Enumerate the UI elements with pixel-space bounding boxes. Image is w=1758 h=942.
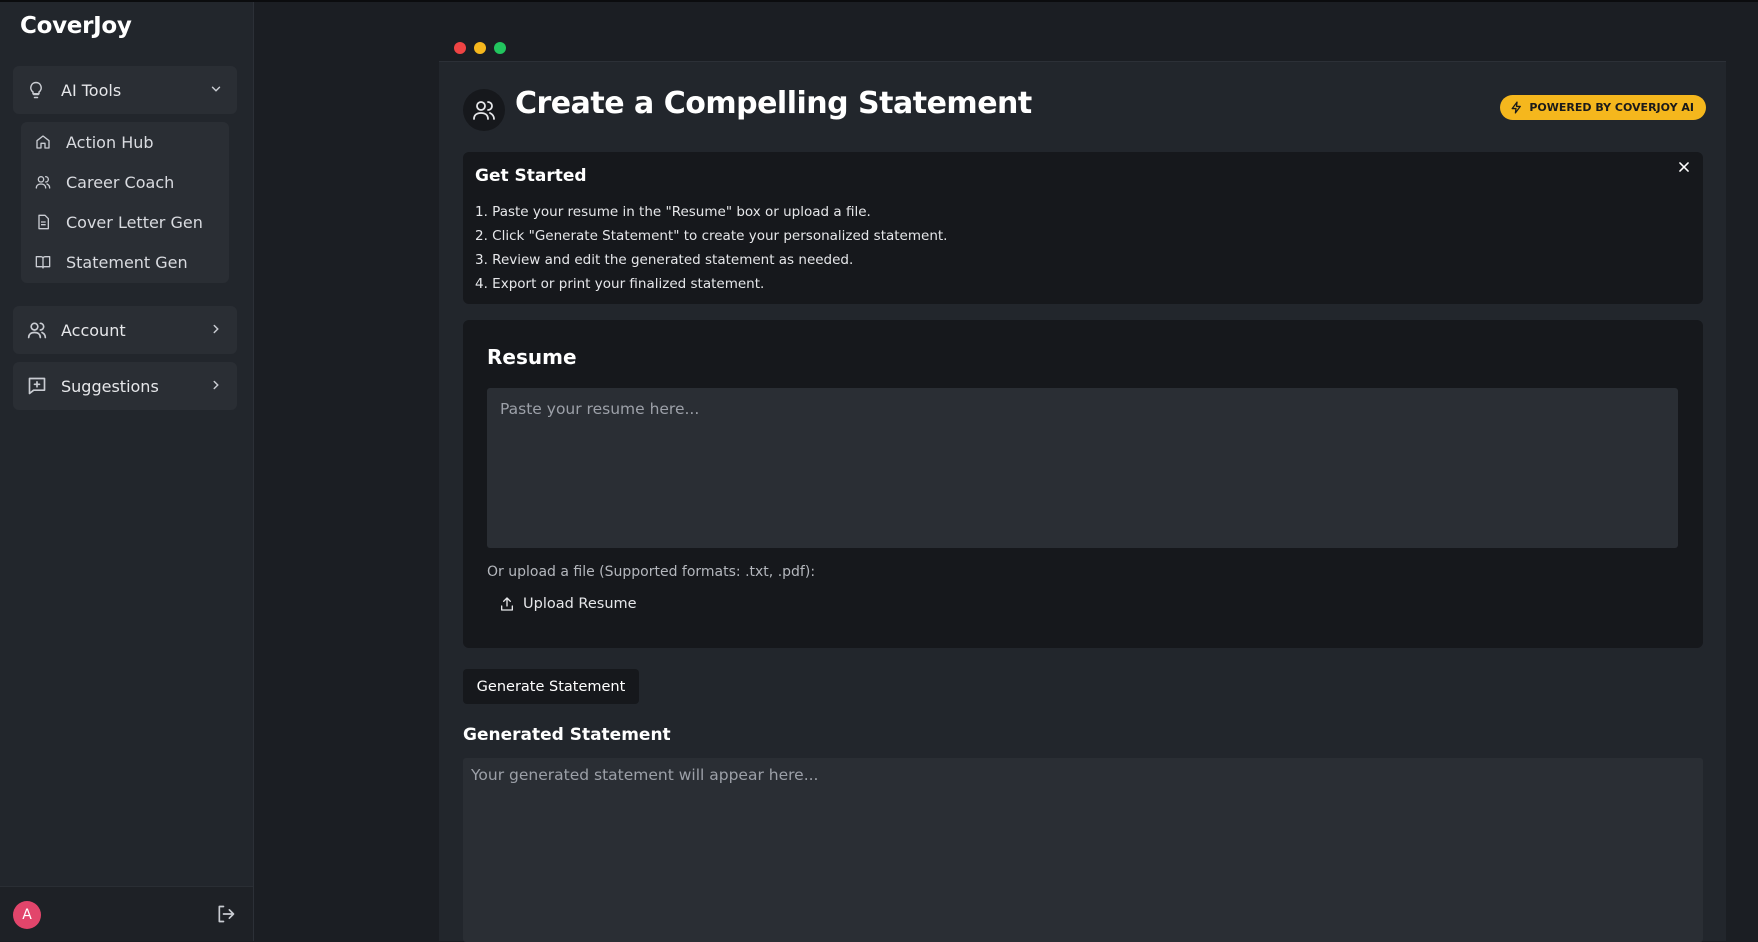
window-maximize-dot[interactable] (494, 42, 506, 54)
resume-title: Resume (487, 345, 577, 369)
generated-statement-title: Generated Statement (463, 725, 671, 745)
sidebar-item-label: Action Hub (66, 132, 154, 152)
sidebar-item-cover-letter-gen[interactable]: Cover Letter Gen (35, 210, 203, 234)
window-controls (454, 42, 506, 54)
window-close-dot[interactable] (454, 42, 466, 54)
home-icon (35, 133, 53, 151)
users-icon (35, 173, 53, 191)
window-minimize-dot[interactable] (474, 42, 486, 54)
get-started-title: Get Started (475, 166, 587, 186)
sidebar-group-label: Account (61, 320, 126, 340)
sidebar-item-label: Statement Gen (66, 252, 188, 272)
chevron-down-icon (209, 82, 223, 96)
generated-statement-output[interactable] (463, 758, 1703, 942)
sidebar-item-action-hub[interactable]: Action Hub (35, 130, 154, 154)
upload-resume-button[interactable]: Upload Resume (499, 591, 637, 617)
step-item: 4. Export or print your finalized statem… (475, 276, 765, 292)
powered-badge-label: POWERED BY COVERJOY AI (1529, 101, 1694, 114)
powered-badge: POWERED BY COVERJOY AI (1500, 95, 1706, 120)
document-icon (35, 213, 53, 231)
avatar[interactable]: A (13, 901, 41, 929)
get-started-panel: Get Started 1. Paste your resume in the … (463, 152, 1703, 304)
message-plus-icon (27, 376, 47, 396)
generate-statement-button[interactable]: Generate Statement (463, 669, 639, 704)
logout-icon[interactable] (216, 904, 238, 926)
upload-label: Upload Resume (523, 596, 637, 612)
sidebar: CoverJoy AI Tools Action Hub Career Coac… (0, 2, 254, 941)
step-item: 1. Paste your resume in the "Resume" box… (475, 204, 871, 220)
get-started-steps: 1. Paste your resume in the "Resume" box… (475, 200, 947, 296)
sidebar-item-career-coach[interactable]: Career Coach (35, 170, 174, 194)
app-logo: CoverJoy (20, 13, 132, 39)
ai-tools-submenu: Action Hub Career Coach Cover Letter Gen… (21, 122, 229, 283)
main-window: Create a Compelling Statement POWERED BY… (439, 61, 1726, 942)
sidebar-group-suggestions[interactable]: Suggestions (13, 362, 237, 410)
sidebar-item-label: Cover Letter Gen (66, 212, 203, 232)
step-item: 3. Review and edit the generated stateme… (475, 252, 854, 268)
upload-icon (499, 596, 515, 612)
lightbulb-icon (27, 80, 47, 100)
top-border (0, 0, 1758, 2)
sidebar-group-ai-tools[interactable]: AI Tools (13, 66, 237, 114)
sidebar-footer: A (0, 886, 253, 941)
sidebar-group-label: Suggestions (61, 376, 159, 396)
step-item: 2. Click "Generate Statement" to create … (475, 228, 948, 244)
lightning-icon (1510, 101, 1523, 114)
sidebar-item-label: Career Coach (66, 172, 175, 192)
chevron-right-icon (209, 322, 223, 336)
chevron-right-icon (209, 378, 223, 392)
upload-note: Or upload a file (Supported formats: .tx… (487, 564, 816, 580)
page-title: Create a Compelling Statement (515, 86, 1032, 121)
sidebar-item-statement-gen[interactable]: Statement Gen (35, 250, 188, 274)
users-icon (27, 320, 47, 340)
resume-input[interactable] (487, 388, 1678, 548)
users-icon (463, 89, 505, 131)
close-icon[interactable] (1677, 160, 1693, 176)
sidebar-group-account[interactable]: Account (13, 306, 237, 354)
sidebar-group-label: AI Tools (61, 80, 122, 100)
book-icon (35, 253, 53, 271)
resume-panel: Resume Or upload a file (Supported forma… (463, 320, 1703, 648)
